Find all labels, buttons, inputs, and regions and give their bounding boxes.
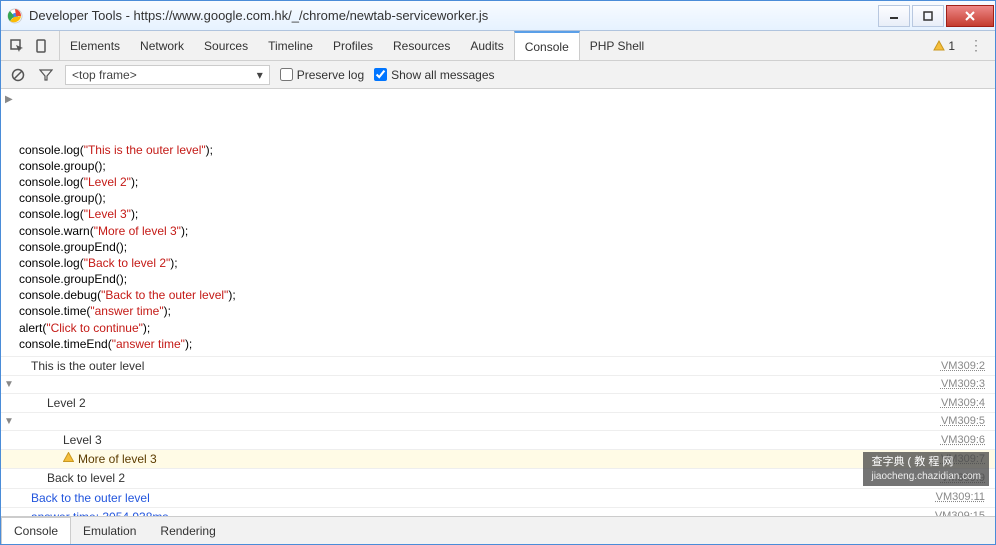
- code-line: console.warn("More of level 3");: [19, 223, 989, 239]
- preserve-log-checkbox[interactable]: Preserve log: [280, 68, 364, 82]
- console-row: Level 2VM309:4: [1, 394, 995, 413]
- tab-timeline[interactable]: Timeline: [258, 31, 323, 60]
- code-line: console.time("answer time");: [19, 303, 989, 319]
- code-line: console.group();: [19, 190, 989, 206]
- code-line: console.log("This is the outer level");: [19, 142, 989, 158]
- watermark: 查字典 ( 教 程 网 jiaocheng.chazidian.com: [863, 452, 989, 486]
- code-line: alert("Click to continue");: [19, 320, 989, 336]
- kebab-menu-icon[interactable]: ⋮: [963, 37, 989, 54]
- tab-sources[interactable]: Sources: [194, 31, 258, 60]
- window-buttons: [877, 5, 995, 27]
- window-title: Developer Tools - https://www.google.com…: [29, 8, 877, 23]
- console-row: Back to level 2VM309:9: [1, 469, 995, 488]
- drawer-tab-emulation[interactable]: Emulation: [71, 517, 148, 544]
- clear-console-icon[interactable]: [9, 66, 27, 84]
- code-line: console.groupEnd();: [19, 239, 989, 255]
- code-line: console.groupEnd();: [19, 271, 989, 287]
- chrome-icon: [7, 8, 23, 24]
- minimize-button[interactable]: [878, 5, 910, 27]
- tab-audits[interactable]: Audits: [460, 31, 513, 60]
- drawer-tabs: ConsoleEmulationRendering: [1, 516, 995, 544]
- devtools-window: Developer Tools - https://www.google.com…: [0, 0, 996, 545]
- console-row: ▼ VM309:3: [1, 376, 995, 394]
- group-arrow-icon[interactable]: ▼: [1, 378, 17, 392]
- console-row: Level 3VM309:6: [1, 431, 995, 450]
- source-link[interactable]: VM309:15: [935, 509, 989, 516]
- console-row: Back to the outer levelVM309:11: [1, 489, 995, 508]
- tab-elements[interactable]: Elements: [60, 31, 130, 60]
- main-toolbar: ElementsNetworkSourcesTimelineProfilesRe…: [1, 31, 995, 61]
- console-body: ▶ console.log("This is the outer level")…: [1, 89, 995, 516]
- input-code-block: ▶ console.log("This is the outer level")…: [1, 89, 995, 357]
- row-text: Back to the outer level: [31, 490, 936, 506]
- code-line: console.timeEnd("answer time");: [19, 336, 989, 352]
- tab-network[interactable]: Network: [130, 31, 194, 60]
- code-line: console.log("Back to level 2");: [19, 255, 989, 271]
- warning-icon: [933, 40, 945, 52]
- source-link[interactable]: VM309:5: [941, 414, 989, 429]
- console-row: This is the outer levelVM309:2: [1, 357, 995, 376]
- code-line: console.group();: [19, 158, 989, 174]
- row-text: Back to level 2: [47, 470, 941, 486]
- source-link[interactable]: VM309:2: [941, 359, 989, 374]
- source-link[interactable]: VM309:3: [941, 377, 989, 392]
- execution-context-select[interactable]: <top frame> ▾: [65, 65, 270, 85]
- filter-icon[interactable]: [37, 66, 55, 84]
- tab-profiles[interactable]: Profiles: [323, 31, 383, 60]
- source-link[interactable]: VM309:11: [936, 490, 989, 505]
- tab-php-shell[interactable]: PHP Shell: [580, 31, 654, 60]
- code-line: console.log("Level 2");: [19, 174, 989, 190]
- group-arrow-icon[interactable]: ▼: [1, 415, 17, 429]
- row-text: This is the outer level: [31, 358, 941, 374]
- chevron-down-icon: ▾: [257, 68, 263, 82]
- console-row: More of level 3VM309:7: [1, 450, 995, 469]
- inspect-icon[interactable]: [7, 36, 27, 56]
- titlebar: Developer Tools - https://www.google.com…: [1, 1, 995, 31]
- code-line: console.log("Level 3");: [19, 206, 989, 222]
- source-link[interactable]: VM309:4: [941, 396, 989, 411]
- console-output: This is the outer levelVM309:2▼VM309:3Le…: [1, 357, 995, 516]
- maximize-button[interactable]: [912, 5, 944, 27]
- device-mode-icon[interactable]: [31, 36, 51, 56]
- warning-icon: [63, 452, 74, 466]
- tab-console[interactable]: Console: [514, 31, 580, 60]
- close-button[interactable]: [946, 5, 994, 27]
- tab-resources[interactable]: Resources: [383, 31, 460, 60]
- expand-caret-icon[interactable]: ▶: [5, 93, 13, 107]
- row-text: Level 2: [47, 395, 941, 411]
- show-all-messages-checkbox[interactable]: Show all messages: [374, 68, 494, 82]
- row-text: More of level 3: [63, 451, 941, 467]
- console-row: ▼ VM309:5: [1, 413, 995, 431]
- row-text: Level 3: [63, 432, 941, 448]
- panel-tabs: ElementsNetworkSourcesTimelineProfilesRe…: [59, 31, 654, 60]
- console-row: answer time: 3054.938msVM309:15: [1, 508, 995, 516]
- warning-counter[interactable]: 1: [933, 39, 955, 53]
- row-text: answer time: 3054.938ms: [31, 509, 935, 516]
- console-filterbar: <top frame> ▾ Preserve log Show all mess…: [1, 61, 995, 89]
- drawer-tab-console[interactable]: Console: [1, 517, 71, 544]
- source-link[interactable]: VM309:6: [941, 433, 989, 448]
- drawer-tab-rendering[interactable]: Rendering: [148, 517, 227, 544]
- code-line: console.debug("Back to the outer level")…: [19, 287, 989, 303]
